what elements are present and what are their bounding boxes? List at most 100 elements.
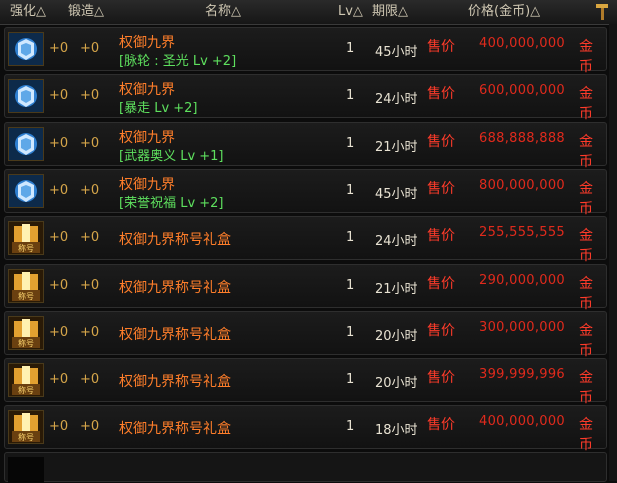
enhance-value: +0 (49, 230, 69, 245)
armor-icon[interactable] (8, 127, 44, 161)
auction-list-row[interactable]: +0 +0 权御九界 [武器奥义 Lv +1] 1 21小时 售价 688,88… (4, 122, 607, 170)
forge-value: +0 (80, 183, 100, 198)
price-value: 300,000,000 (479, 320, 566, 335)
auction-list-row[interactable]: 称号 +0 +0 权御九界称号礼盒 1 21小时 售价 290,000,000 … (4, 264, 607, 312)
currency-label: 金币 (579, 134, 593, 170)
auction-list-row[interactable]: 称号 +0 +0 权御九界称号礼盒 1 20小时 售价 300,000,000 … (4, 311, 607, 359)
sell-label: 售价 (427, 39, 455, 55)
forge-value: +0 (80, 230, 100, 245)
sort-lv-header[interactable]: Lv△ (338, 0, 363, 24)
enhance-value: +0 (49, 136, 69, 151)
item-option: [暴走 Lv +2] (119, 101, 198, 116)
item-option: [脉轮 : 圣光 Lv +2] (119, 54, 237, 69)
enhance-value: +0 (49, 278, 69, 293)
forge-value: +0 (80, 419, 100, 434)
item-option: [武器奥义 Lv +1] (119, 149, 224, 164)
enhance-value: +0 (49, 325, 69, 340)
sort-forge-header[interactable]: 锻造△ (68, 0, 104, 24)
title-box-icon[interactable]: 称号 (8, 410, 44, 444)
level-value: 1 (346, 278, 355, 293)
enhance-value: +0 (49, 41, 69, 56)
enhance-value: +0 (49, 183, 69, 198)
sell-label: 售价 (427, 370, 455, 386)
auction-list-row[interactable]: 称号 +0 +0 权御九界称号礼盒 1 24小时 售价 255,555,555 … (4, 216, 607, 264)
forge-value: +0 (80, 372, 100, 387)
duration-value: 20小时 (375, 376, 418, 391)
title-box-icon[interactable]: 称号 (8, 221, 44, 255)
enhance-value: +0 (49, 372, 69, 387)
duration-value: 21小时 (375, 282, 418, 297)
sort-enhance-header[interactable]: 强化△ (10, 0, 46, 24)
sell-label: 售价 (427, 86, 455, 102)
enhance-value: +0 (49, 419, 69, 434)
price-value: 400,000,000 (479, 36, 566, 51)
auction-list-row[interactable]: +0 +0 权御九界 [暴走 Lv +2] 1 24小时 售价 600,000,… (4, 74, 607, 122)
armor-icon[interactable] (8, 32, 44, 66)
hammer-icon[interactable] (594, 3, 610, 21)
auction-list-row[interactable]: +0 +0 权御九界 [荣誉祝福 Lv +2] 1 45小时 售价 800,00… (4, 169, 607, 217)
empty-list-row (4, 452, 607, 483)
item-name: 权御九界称号礼盒 (119, 374, 231, 390)
price-value: 688,888,888 (479, 131, 566, 146)
auction-list-row[interactable]: 称号 +0 +0 权御九界称号礼盒 1 18小时 售价 400,000,000 … (4, 405, 607, 453)
duration-value: 21小时 (375, 140, 418, 155)
title-box-icon[interactable]: 称号 (8, 316, 44, 350)
currency-label: 金币 (579, 417, 593, 453)
item-name: 权御九界称号礼盒 (119, 421, 231, 437)
price-value: 255,555,555 (479, 225, 566, 240)
level-value: 1 (346, 88, 355, 103)
item-name: 权御九界称号礼盒 (119, 327, 231, 343)
badge-label: 称号 (18, 243, 34, 253)
armor-icon[interactable] (8, 79, 44, 113)
level-value: 1 (346, 230, 355, 245)
empty-item-slot (8, 457, 44, 483)
sell-label: 售价 (427, 276, 455, 292)
auction-list-row[interactable]: 称号 +0 +0 权御九界称号礼盒 1 20小时 售价 399,999,996 … (4, 358, 607, 406)
currency-label: 金币 (579, 276, 593, 312)
sell-label: 售价 (427, 417, 455, 433)
level-value: 1 (346, 41, 355, 56)
duration-value: 24小时 (375, 234, 418, 249)
enhance-value: +0 (49, 88, 69, 103)
scrollbar[interactable] (609, 24, 617, 481)
badge-label: 称号 (18, 432, 34, 442)
forge-value: +0 (80, 325, 100, 340)
item-name: 权御九界 (119, 177, 175, 193)
currency-label: 金币 (579, 181, 593, 217)
sell-label: 售价 (427, 228, 455, 244)
sell-label: 售价 (427, 134, 455, 150)
currency-label: 金币 (579, 323, 593, 359)
forge-value: +0 (80, 278, 100, 293)
price-value: 400,000,000 (479, 414, 566, 429)
title-box-icon[interactable]: 称号 (8, 269, 44, 303)
sell-label: 售价 (427, 181, 455, 197)
sort-duration-header[interactable]: 期限△ (372, 0, 408, 24)
forge-value: +0 (80, 136, 100, 151)
item-name: 权御九界 (119, 130, 175, 146)
armor-icon[interactable] (8, 174, 44, 208)
sort-name-header[interactable]: 名称△ (205, 0, 241, 24)
item-name: 权御九界称号礼盒 (119, 232, 231, 248)
item-name: 权御九界 (119, 35, 175, 51)
item-name: 权御九界 (119, 82, 175, 98)
duration-value: 24小时 (375, 92, 418, 107)
currency-label: 金币 (579, 39, 593, 75)
currency-label: 金币 (579, 86, 593, 122)
currency-label: 金币 (579, 370, 593, 406)
sort-price-header[interactable]: 价格(金币)△ (468, 0, 540, 24)
price-value: 800,000,000 (479, 178, 566, 193)
badge-label: 称号 (18, 385, 34, 395)
duration-value: 45小时 (375, 187, 418, 202)
title-box-icon[interactable]: 称号 (8, 363, 44, 397)
price-value: 290,000,000 (479, 273, 566, 288)
forge-value: +0 (80, 88, 100, 103)
level-value: 1 (346, 372, 355, 387)
badge-label: 称号 (18, 338, 34, 348)
auction-list-row[interactable]: +0 +0 权御九界 [脉轮 : 圣光 Lv +2] 1 45小时 售价 400… (4, 27, 607, 75)
price-value: 600,000,000 (479, 83, 566, 98)
currency-label: 金币 (579, 228, 593, 264)
item-option: [荣誉祝福 Lv +2] (119, 196, 224, 211)
duration-value: 18小时 (375, 423, 418, 438)
item-name: 权御九界称号礼盒 (119, 280, 231, 296)
badge-label: 称号 (18, 291, 34, 301)
